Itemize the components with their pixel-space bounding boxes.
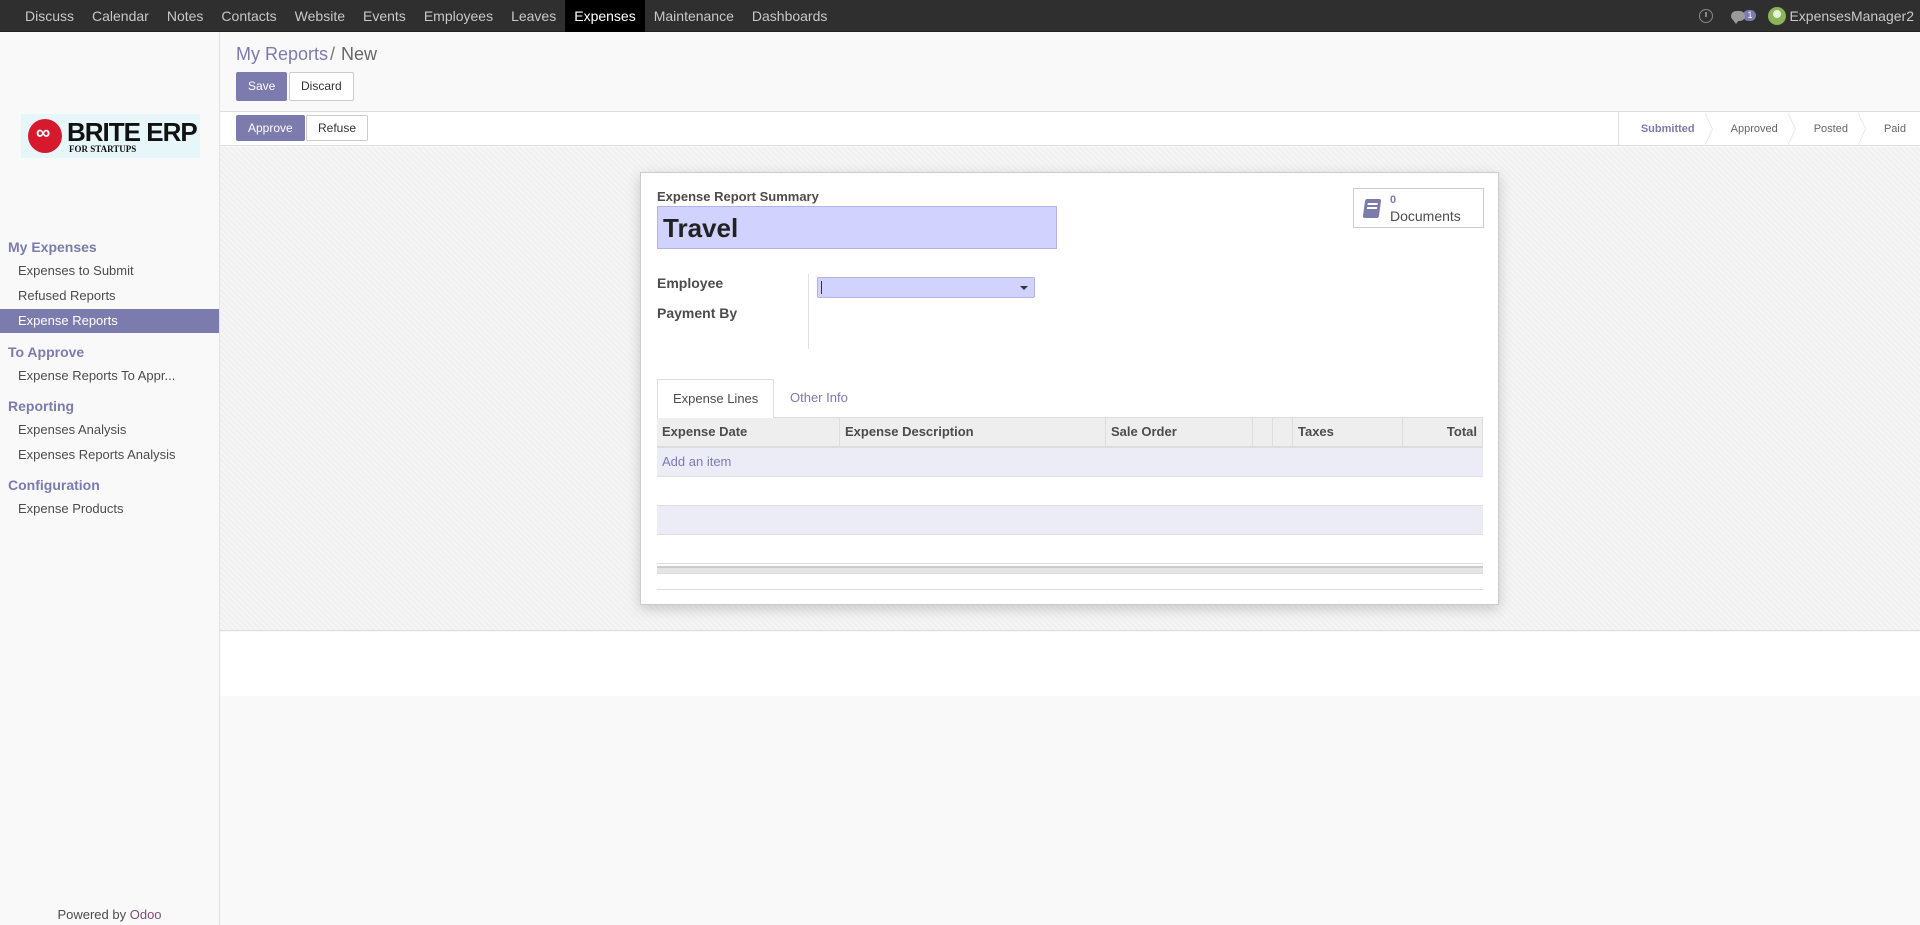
col-taxes[interactable]: Taxes <box>1293 418 1403 446</box>
documents-label: Documents <box>1390 208 1461 224</box>
col-sale-order[interactable]: Sale Order <box>1106 418 1253 446</box>
powered-by-label: Powered by <box>57 907 127 922</box>
field-divider <box>808 274 809 349</box>
chat-bubbles-icon <box>1731 11 1746 24</box>
add-item-link[interactable]: Add an item <box>657 448 1483 476</box>
activity-clock-icon[interactable] <box>1699 9 1714 23</box>
stage-pipeline: Submitted Approved Posted Paid <box>1617 112 1920 146</box>
payment-by-label: Payment By <box>657 305 738 321</box>
tab-other-info[interactable]: Other Info <box>775 379 863 419</box>
summary-input[interactable]: Travel <box>657 206 1057 249</box>
tab-expense-lines[interactable]: Expense Lines <box>657 379 775 419</box>
section-to-approve: To Approve <box>8 344 85 360</box>
col-expense-description[interactable]: Expense Description <box>840 418 1106 446</box>
messages-menu[interactable]: 1 <box>1731 9 1757 24</box>
documents-button[interactable]: 0 Documents <box>1353 188 1484 228</box>
app-contacts[interactable]: Contacts <box>212 0 285 32</box>
text-cursor <box>821 281 822 294</box>
breadcrumb: My Reports / New <box>236 44 377 65</box>
user-avatar[interactable] <box>1768 7 1787 25</box>
top-navbar: Discuss Calendar Notes Contacts Website … <box>0 0 1920 32</box>
breadcrumb-my-reports[interactable]: My Reports <box>236 44 328 64</box>
col-blank-2 <box>1273 418 1293 446</box>
menu-expense-reports-to-approve[interactable]: Expense Reports To Appr... <box>0 364 219 388</box>
breadcrumb-separator: / <box>330 44 336 64</box>
form-sheet: Expense Report Summary Travel 0 Document… <box>640 172 1499 605</box>
chatter-area <box>220 632 1920 696</box>
col-blank-1 <box>1253 418 1273 446</box>
logo-mark-icon <box>28 119 62 153</box>
app-leaves[interactable]: Leaves <box>502 0 565 32</box>
section-reporting: Reporting <box>8 398 75 414</box>
company-logo[interactable]: BRITE ERP FOR STARTUPS <box>21 114 200 158</box>
book-icon <box>1362 199 1382 218</box>
discard-button[interactable]: Discard <box>289 72 354 101</box>
chevron-down-icon[interactable] <box>1020 286 1028 290</box>
stage-paid: Paid <box>1883 123 1906 135</box>
powered-by: Powered by Odoo <box>0 907 219 922</box>
message-count-badge: 1 <box>1743 9 1757 21</box>
app-expenses[interactable]: Expenses <box>565 0 645 32</box>
app-dashboards[interactable]: Dashboards <box>743 0 837 32</box>
control-panel: My Reports / New Save Discard <box>220 32 1920 112</box>
section-my-expenses: My Expenses <box>8 239 97 255</box>
stage-posted: Posted <box>1792 112 1867 146</box>
expense-lines-table: Expense Date Expense Description Sale Or… <box>657 418 1483 564</box>
notebook-tabs: Expense Lines Other Info <box>657 379 1483 419</box>
table-row <box>657 535 1483 564</box>
menu-expenses-analysis[interactable]: Expenses Analysis <box>0 418 219 442</box>
app-calendar[interactable]: Calendar <box>83 0 158 32</box>
approve-button[interactable]: Approve <box>236 115 305 141</box>
table-row <box>657 506 1483 535</box>
odoo-link[interactable]: Odoo <box>130 907 162 922</box>
systray: 1 ExpensesManager2 <box>1699 0 1920 32</box>
refuse-button[interactable]: Refuse <box>306 115 369 141</box>
breadcrumb-current: New <box>341 44 378 64</box>
menu-expenses-to-submit[interactable]: Expenses to Submit <box>0 259 219 283</box>
table-header: Expense Date Expense Description Sale Or… <box>657 418 1483 448</box>
app-employees[interactable]: Employees <box>415 0 502 32</box>
menu-expenses-reports-analysis[interactable]: Expenses Reports Analysis <box>0 443 219 467</box>
employee-label: Employee <box>657 275 724 291</box>
table-row <box>657 477 1483 506</box>
summary-label: Expense Report Summary <box>657 189 819 204</box>
employee-select[interactable] <box>817 277 1035 298</box>
user-menu[interactable]: ExpensesManager2 <box>1789 8 1920 24</box>
table-footer <box>657 566 1483 574</box>
app-menu: Discuss Calendar Notes Contacts Website … <box>16 0 836 32</box>
menu-expense-products[interactable]: Expense Products <box>0 497 219 521</box>
section-configuration: Configuration <box>8 477 100 493</box>
app-website[interactable]: Website <box>286 0 354 32</box>
documents-count: 0 <box>1390 194 1397 206</box>
form-statusbar: Approve Refuse Submitted Approved Posted… <box>220 112 1920 146</box>
col-total[interactable]: Total <box>1403 418 1483 446</box>
menu-expense-reports[interactable]: Expense Reports <box>0 309 219 333</box>
app-maintenance[interactable]: Maintenance <box>645 0 743 32</box>
table-row: Add an item <box>657 448 1483 477</box>
logo-tagline: FOR STARTUPS <box>69 144 137 154</box>
app-events[interactable]: Events <box>354 0 415 32</box>
stage-submitted: Submitted <box>1617 112 1713 146</box>
app-notes[interactable]: Notes <box>158 0 213 32</box>
menu-refused-reports[interactable]: Refused Reports <box>0 284 219 308</box>
app-discuss[interactable]: Discuss <box>16 0 83 32</box>
table-bottom-rule <box>657 589 1483 590</box>
stage-approved: Approved <box>1709 112 1796 146</box>
save-button[interactable]: Save <box>236 72 288 101</box>
col-expense-date[interactable]: Expense Date <box>657 418 840 446</box>
sidebar: BRITE ERP FOR STARTUPS My Expenses Expen… <box>0 32 220 925</box>
